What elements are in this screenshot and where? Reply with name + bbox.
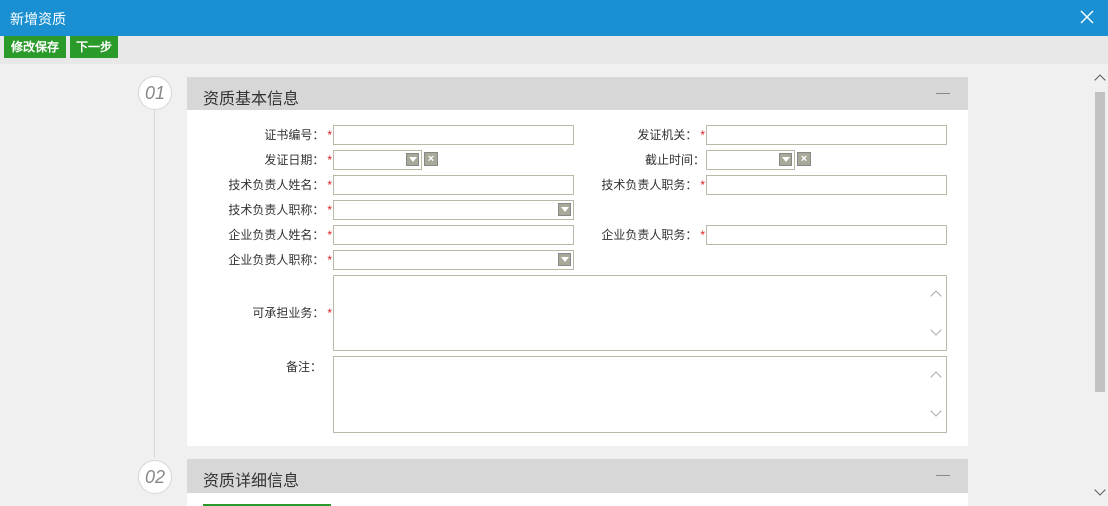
toolbar: 修改保存 下一步 (0, 36, 1108, 64)
section-header-basic[interactable]: 资质基本信息 (187, 77, 968, 111)
close-icon[interactable] (1080, 10, 1094, 24)
collapse-icon[interactable] (936, 93, 950, 94)
cert-no-label: 证书编号： * (264, 128, 332, 142)
issuer-label: 发证机关： * (637, 128, 705, 142)
chevron-down-icon[interactable] (930, 324, 942, 336)
scrollbar-thumb[interactable] (1095, 92, 1105, 392)
section-header-detail[interactable]: 资质详细信息 (187, 459, 968, 493)
step-number-02: 02 (138, 460, 172, 494)
cert-no-input[interactable] (333, 125, 574, 145)
chevron-up-icon[interactable] (930, 290, 942, 302)
clear-icon[interactable]: × (424, 152, 438, 166)
section-title-basic: 资质基本信息 (203, 91, 300, 108)
save-button[interactable]: 修改保存 (4, 36, 66, 58)
tech-title-select[interactable] (333, 200, 574, 220)
scroll-down-icon[interactable] (1094, 484, 1106, 496)
issue-date-label: 发证日期： * (264, 153, 332, 167)
next-step-button[interactable]: 下一步 (70, 36, 118, 58)
ent-title-select[interactable] (333, 250, 574, 270)
timeline-line (154, 110, 155, 458)
detail-panel (187, 493, 968, 506)
ent-post-label: 企业负责人职务： * (601, 228, 705, 242)
window-titlebar: 新增资质 (0, 0, 1108, 36)
ent-title-label: 企业负责人职称： * (228, 253, 332, 267)
tech-post-label: 技术负责人职务： * (601, 178, 705, 192)
chevron-down-icon[interactable] (558, 253, 571, 266)
window-title: 新增资质 (10, 11, 66, 27)
expire-time-label: 截止时间： (644, 153, 705, 167)
tech-name-input[interactable] (333, 175, 574, 195)
expire-time-input[interactable] (706, 150, 795, 170)
chevron-down-icon[interactable] (930, 405, 942, 417)
clear-icon[interactable]: × (797, 152, 811, 166)
ent-name-input[interactable] (333, 225, 574, 245)
issuer-input[interactable] (706, 125, 947, 145)
scroll-up-icon[interactable] (1094, 74, 1106, 86)
tech-title-label: 技术负责人职称： * (228, 203, 332, 217)
scrollbar[interactable] (1092, 64, 1108, 506)
business-label: 可承担业务： * (252, 306, 332, 320)
step-number-01: 01 (138, 76, 172, 110)
ent-post-input[interactable] (706, 225, 947, 245)
remark-label: 备注： (285, 360, 322, 374)
chevron-down-icon[interactable] (406, 153, 419, 166)
remark-textarea[interactable] (333, 356, 947, 433)
ent-name-label: 企业负责人姓名： * (228, 228, 332, 242)
collapse-icon[interactable] (936, 475, 950, 476)
tech-post-input[interactable] (706, 175, 947, 195)
tech-name-label: 技术负责人姓名： * (228, 178, 332, 192)
issue-date-input[interactable] (333, 150, 422, 170)
business-textarea[interactable] (333, 275, 947, 351)
section-title-detail: 资质详细信息 (203, 473, 300, 490)
chevron-down-icon[interactable] (779, 153, 792, 166)
chevron-down-icon[interactable] (558, 203, 571, 216)
chevron-up-icon[interactable] (930, 371, 942, 383)
